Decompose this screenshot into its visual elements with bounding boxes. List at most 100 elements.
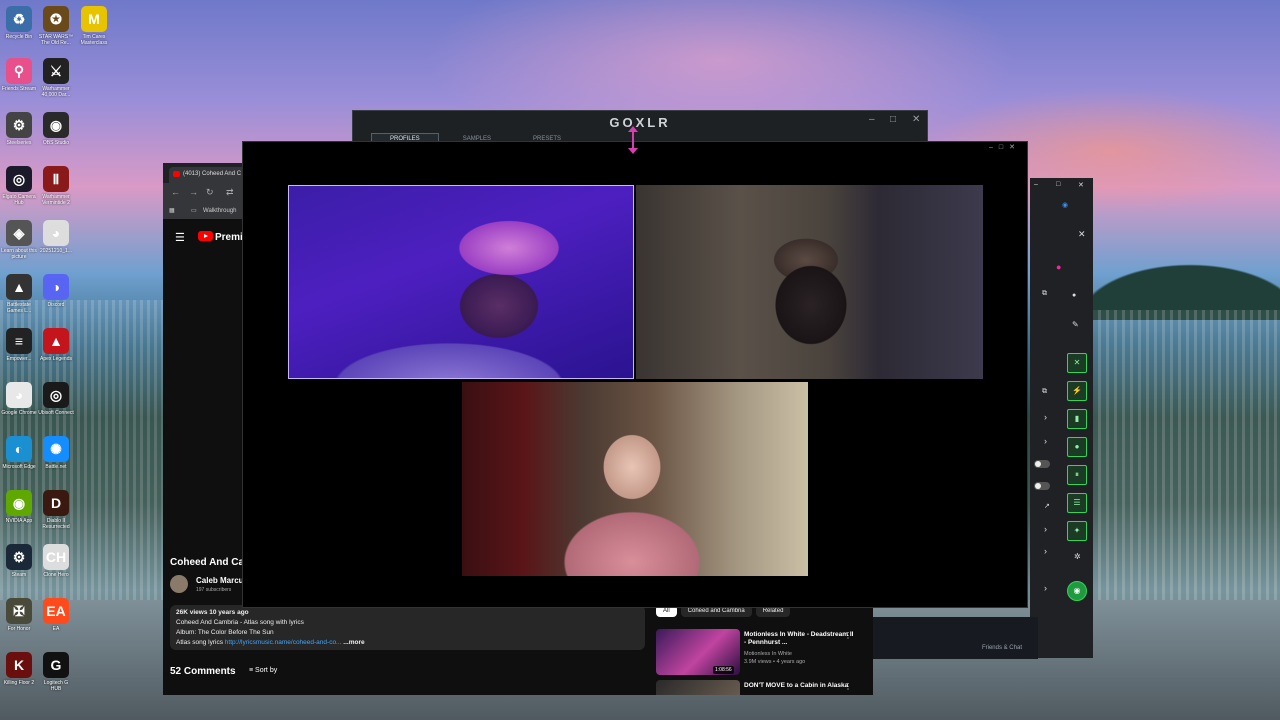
show-more-button[interactable]: ...more: [343, 639, 364, 646]
hamburger-menu-icon[interactable]: ☰: [175, 231, 185, 244]
desktop-icon[interactable]: CH Clone Hero: [38, 544, 74, 578]
window-controls[interactable]: –□✕: [989, 143, 1021, 151]
bookmark-walkthrough[interactable]: Walkthrough: [203, 208, 236, 214]
camera-feed-2[interactable]: [636, 185, 983, 379]
maximize-icon[interactable]: □: [1056, 181, 1060, 188]
desktop-icon-label: Learn about this picture: [1, 248, 37, 260]
info-icon[interactable]: ●: [1072, 292, 1076, 299]
maximize-icon[interactable]: □: [890, 114, 896, 125]
desktop-icon[interactable]: M Tim Cares Masterclass: [76, 6, 112, 46]
sort-label: Sort by: [255, 667, 278, 674]
goxlr-window[interactable]: GOXLR – □ ✕ PROFILES SAMPLES PRESETS: [352, 110, 928, 142]
desktop-icon-label: NVIDIA App: [5, 518, 33, 524]
popout-icon[interactable]: ⧉: [1042, 290, 1047, 298]
browser-tab-title: (4013) Coheed And C: [183, 171, 242, 177]
minimize-icon[interactable]: –: [1034, 181, 1038, 188]
toggle-switch[interactable]: [1034, 482, 1050, 490]
side-control-window[interactable]: – □ ✕ ◉ ✕ ● ⧉ ● ✎ ✕ ⚡ ▮ ● ⏸ ☰ ✦ ⧉ › › ↗ …: [1030, 178, 1093, 658]
back-icon[interactable]: ←: [171, 187, 180, 197]
camera-feed-1[interactable]: [288, 185, 634, 379]
popout-icon[interactable]: ⧉: [1042, 388, 1047, 396]
layers-button[interactable]: ☰: [1067, 493, 1087, 513]
desktop-icon-label: Steam: [11, 572, 27, 578]
desktop-icon[interactable]: ◎ Ubisoft Connect: [38, 382, 74, 416]
youtube-play-icon: [198, 231, 213, 241]
desktop-icon[interactable]: ◐ Microsoft Edge: [1, 436, 37, 470]
desktop-icon[interactable]: K Killing Floor 2: [1, 652, 37, 686]
scene-button[interactable]: ✕: [1067, 353, 1087, 373]
chevron-right-icon[interactable]: ›: [1044, 524, 1047, 534]
channel-name[interactable]: Caleb Marcu: [196, 576, 244, 585]
desktop-icon[interactable]: G Logitech G HUB: [38, 652, 74, 692]
desktop-icon[interactable]: ◉ NVIDIA App: [1, 490, 37, 524]
camera-feed-3[interactable]: [462, 382, 808, 576]
desktop-icon[interactable]: ≡ Empower...: [1, 328, 37, 362]
desktop-icon[interactable]: ✺ Battle.net: [38, 436, 74, 470]
clone-hero-icon: CH: [43, 544, 69, 570]
close-icon[interactable]: ✕: [1078, 181, 1084, 189]
more-options-icon[interactable]: ⋮: [844, 631, 852, 640]
desktop-icon[interactable]: ▲ Battlestate Games L...: [1, 274, 37, 314]
desktop-icon[interactable]: ✠ For Honor: [1, 598, 37, 632]
desktop-icon[interactable]: ⚙ Steelseries: [1, 112, 37, 146]
desktop-icon-label: Battlestate Games L...: [6, 302, 32, 314]
chat-icon[interactable]: ◉: [1062, 201, 1068, 209]
apps-icon[interactable]: ▦: [169, 207, 175, 214]
desktop-icon[interactable]: ⚲ Friends Stream: [1, 58, 37, 92]
live-status-icon[interactable]: ◉: [1067, 581, 1087, 601]
wallpaper-hills: [1080, 150, 1280, 320]
rec-title[interactable]: Motionless In White - Deadstream II - Pe…: [744, 631, 854, 647]
rec-title[interactable]: DON'T MOVE to a Cabin in Alaska: [744, 682, 854, 690]
logitech-icon: G: [43, 652, 69, 678]
chevron-right-icon[interactable]: ›: [1044, 412, 1047, 422]
desktop-icon[interactable]: ♻ Recycle Bin: [1, 6, 37, 40]
phone-button[interactable]: ▮: [1067, 409, 1087, 429]
recommended-video[interactable]: DON'T MOVE to a Cabin in Alaska ⋮: [656, 680, 866, 695]
sort-by-button[interactable]: ≡ Sort by: [249, 667, 277, 674]
desktop-icon[interactable]: ◉ OBS Studio: [38, 112, 74, 146]
video-thumbnail[interactable]: [656, 680, 740, 695]
more-options-icon[interactable]: ⋮: [844, 682, 852, 691]
desktop-icon[interactable]: ◕ 20251210_1...: [38, 220, 74, 254]
chart-icon[interactable]: ↗: [1044, 502, 1050, 510]
close-icon[interactable]: ✕: [912, 114, 920, 125]
desktop-icon[interactable]: ◎ Elgato Camera Hub: [1, 166, 37, 206]
lightning-button[interactable]: ⚡: [1067, 381, 1087, 401]
channel-avatar[interactable]: [170, 575, 188, 593]
close-panel-icon[interactable]: ✕: [1078, 229, 1086, 240]
video-call-window[interactable]: –□✕: [242, 141, 1028, 608]
desktop-icon[interactable]: ✪ STAR WARS™ The Old Re...: [38, 6, 74, 46]
desktop-icon[interactable]: D Diablo II Resurrected: [38, 490, 74, 530]
subscriber-count: 197 subscribers: [196, 587, 232, 593]
pause-button[interactable]: ⏸: [1067, 465, 1087, 485]
avatar[interactable]: ●: [1056, 262, 1061, 272]
recommended-video[interactable]: 1:08:56 Motionless In White - Deadstream…: [656, 629, 866, 675]
desktop-icon[interactable]: ⚔ Warhammer 40,000 Dar...: [38, 58, 74, 98]
video-description[interactable]: 26K views 10 years ago Coheed And Cambri…: [170, 605, 645, 650]
desktop-icon[interactable]: ⚙ Steam: [1, 544, 37, 578]
desc-link[interactable]: http://lyricsmusic.name/coheed-and-co...: [225, 639, 342, 646]
desktop-icon[interactable]: ◑ Discord: [38, 274, 74, 308]
folder-icon: ▭: [191, 208, 197, 214]
desktop-icon-label: Tim Cares Masterclass: [80, 34, 108, 46]
forward-icon[interactable]: →: [189, 187, 198, 197]
tab-search-icon[interactable]: ⇄: [226, 187, 234, 198]
desktop-icon[interactable]: EA EA: [38, 598, 74, 632]
chevron-right-icon[interactable]: ›: [1044, 583, 1047, 593]
pencil-icon[interactable]: ✎: [1072, 320, 1079, 329]
browser-tab[interactable]: (4013) Coheed And C: [169, 167, 249, 183]
minimize-icon[interactable]: –: [869, 114, 875, 125]
chevron-right-icon[interactable]: ›: [1044, 546, 1047, 556]
desktop-icon[interactable]: Ⅱ Warhammer Vermintide 2: [38, 166, 74, 206]
steam-window[interactable]: Friends & Chat: [873, 617, 1038, 659]
reload-icon[interactable]: ↻: [206, 187, 214, 198]
friends-chat-button[interactable]: Friends & Chat: [982, 645, 1022, 651]
settings-icon[interactable]: ✲: [1074, 552, 1081, 561]
toggle-switch[interactable]: [1034, 460, 1050, 468]
desktop-icon[interactable]: ◈ Learn about this picture: [1, 220, 37, 260]
chat-button[interactable]: ●: [1067, 437, 1087, 457]
desktop-icon[interactable]: ▲ Apex Legends: [38, 328, 74, 362]
desktop-icon[interactable]: ◕ Google Chrome: [1, 382, 37, 416]
tools-button[interactable]: ✦: [1067, 521, 1087, 541]
chevron-right-icon[interactable]: ›: [1044, 436, 1047, 446]
